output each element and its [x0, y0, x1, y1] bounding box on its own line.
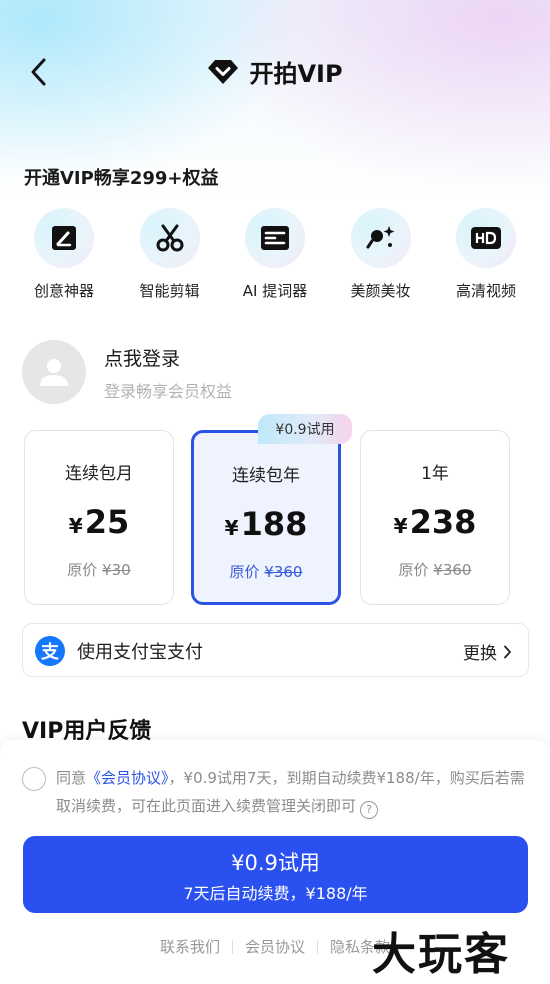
benefit-label: 创意神器: [33, 282, 94, 300]
change-label: 更换: [463, 644, 497, 664]
alipay-icon: 支: [35, 636, 65, 666]
agreement-checkbox[interactable]: [22, 767, 46, 791]
member-agreement-footer-link[interactable]: 会员协议: [245, 936, 305, 957]
benefit-teleprompter[interactable]: AI 提词器: [225, 208, 325, 301]
scissors-icon: [156, 224, 183, 252]
cta-subtitle: 7天后自动续费，¥188/年: [183, 884, 368, 903]
plan-one-year[interactable]: 1年 ¥238 原价 ¥360: [360, 430, 510, 605]
change-payment-button[interactable]: 更换: [463, 639, 512, 664]
benefit-beauty[interactable]: 美颜美妆: [331, 208, 431, 301]
payment-label: 使用支付宝支付: [77, 642, 203, 663]
login-title[interactable]: 点我登录: [104, 344, 180, 371]
header: 开拍VIP: [0, 42, 550, 102]
hd-icon: [471, 227, 501, 249]
help-icon[interactable]: ?: [360, 801, 379, 819]
trial-badge: ¥0.9试用: [258, 414, 352, 444]
avatar[interactable]: [22, 340, 86, 404]
benefit-smart-edit[interactable]: 智能剪辑: [120, 208, 220, 301]
benefit-label: 美颜美妆: [350, 282, 411, 300]
login-subtitle: 登录畅享会员权益: [104, 382, 233, 401]
divider: [317, 939, 318, 954]
divider: [231, 939, 233, 954]
plan-monthly[interactable]: 连续包月 ¥25 原价 ¥30: [24, 430, 174, 605]
benefit-label: 高清视频: [455, 282, 516, 300]
benefit-label: AI 提词器: [242, 282, 308, 300]
pen-square-icon: [52, 226, 76, 250]
plan-name: 连续包年: [232, 466, 300, 486]
benefit-label: 智能剪辑: [139, 282, 200, 300]
chevron-right-icon: [504, 645, 511, 658]
plan-original-price: 原价 ¥360: [229, 563, 303, 581]
payment-method[interactable]: 支 使用支付宝支付 更换: [22, 623, 529, 677]
trial-purchase-button[interactable]: ¥0.9试用 7天后自动续费，¥188/年: [23, 836, 528, 913]
plan-yearly-auto[interactable]: 连续包年 ¥188 原价 ¥360: [191, 430, 341, 605]
benefit-hd-video[interactable]: 高清视频: [436, 208, 536, 301]
user-icon: [40, 359, 68, 386]
login-entry[interactable]: 点我登录 登录畅享会员权益: [22, 340, 522, 406]
plan-name: 连续包月: [65, 464, 133, 484]
plan-original-price: 原价 ¥360: [398, 561, 472, 579]
agreement-text: 同意《会员协议》，¥0.9试用7天，到期自动续费¥188/年，购买后若需取消续费…: [56, 764, 530, 820]
plan-name: 1年: [421, 464, 449, 484]
diamond-heart-icon: [208, 59, 239, 84]
benefits-title: 开通VIP畅享299+权益: [24, 168, 219, 189]
member-agreement-link[interactable]: 《会员协议》: [86, 769, 169, 787]
benefit-creative-tools[interactable]: 创意神器: [14, 208, 114, 301]
magic-wand-icon: [366, 226, 394, 249]
plan-price: ¥188: [224, 505, 308, 543]
contact-us-link[interactable]: 联系我们: [160, 936, 220, 957]
watermark: 大玩客: [372, 929, 510, 980]
teleprompter-icon: [261, 226, 289, 250]
cta-title: ¥0.9试用: [231, 851, 320, 875]
plan-price: ¥238: [393, 503, 477, 541]
page-title: 开拍VIP: [249, 60, 343, 88]
benefits-row: 创意神器 智能剪辑 AI 提词器 美颜美妆 高清视频: [14, 208, 536, 301]
plan-price: ¥25: [68, 503, 130, 541]
plan-original-price: 原价 ¥30: [67, 561, 131, 579]
